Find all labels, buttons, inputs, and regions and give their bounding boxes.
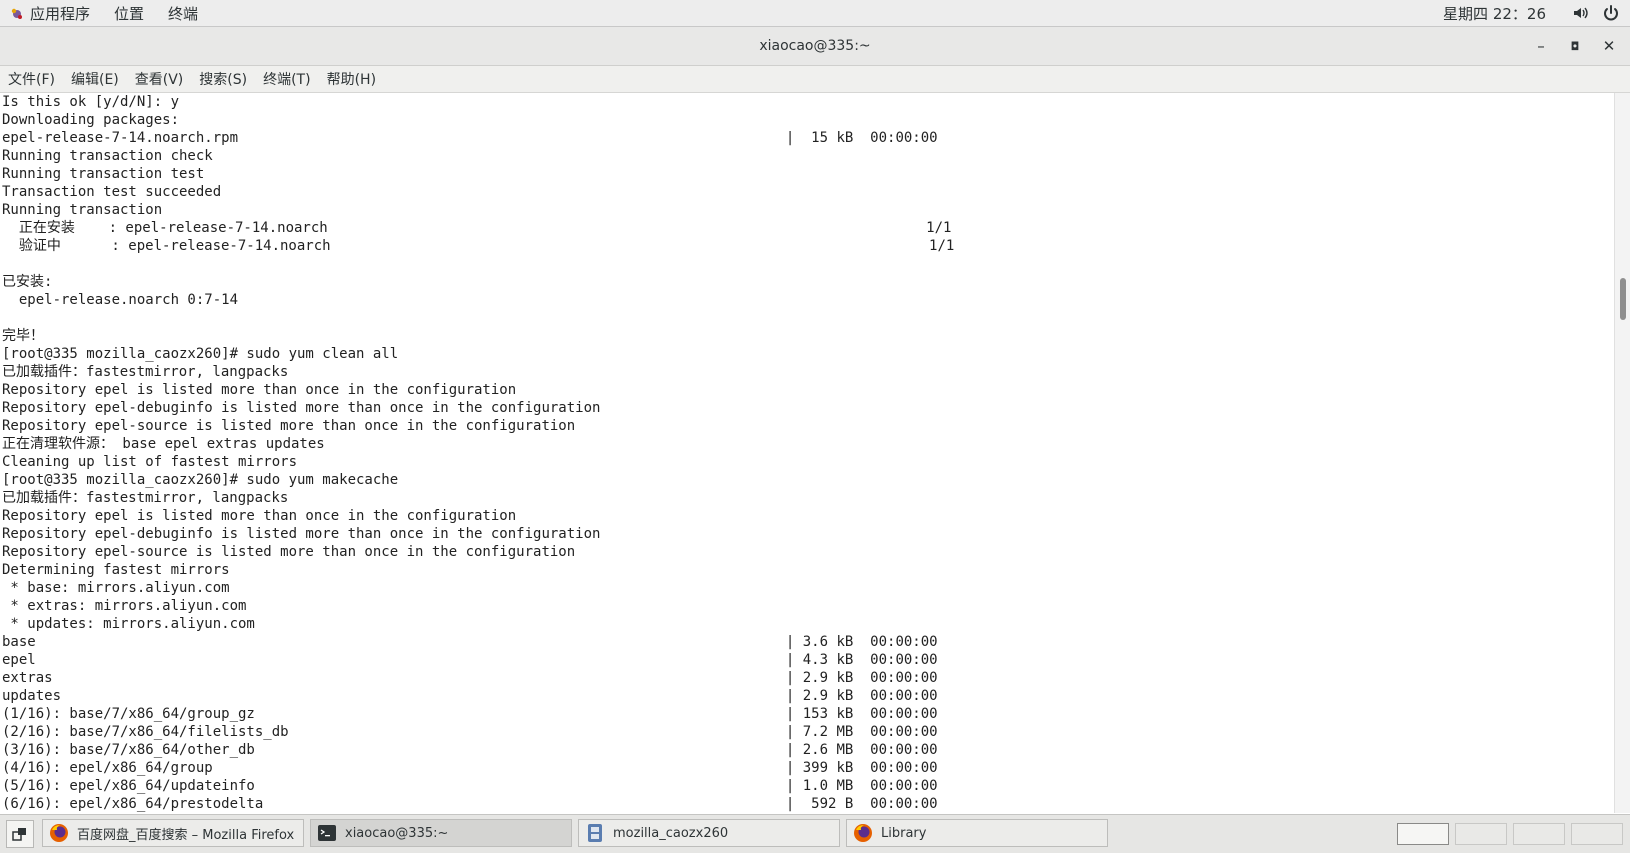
minimize-icon: – [1537, 37, 1545, 55]
applications-menu[interactable]: 应用程序 [10, 3, 90, 24]
show-desktop-button[interactable] [6, 820, 34, 848]
terminal-line: epel | 4.3 kB 00:00:00 [2, 652, 938, 668]
firefox-icon [50, 824, 68, 842]
terminal-line: epel-release-7-14.noarch.rpm | 15 kB 00:… [2, 130, 938, 146]
show-desktop-icon [12, 828, 26, 841]
terminal-line: Running transaction check [2, 148, 213, 164]
terminal-line: [root@335 mozilla_caozx260]# sudo yum ma… [2, 472, 399, 488]
terminal-scrollbar[interactable] [1614, 93, 1630, 813]
terminal-line: Repository epel-debuginfo is listed more… [2, 400, 601, 416]
menu-terminal[interactable]: 终端(T) [255, 69, 318, 89]
firefox-icon [854, 824, 872, 842]
taskbar-item-label: xiaocao@335:~ [345, 825, 449, 841]
terminal-line: (1/16): base/7/x86_64/group_gz | 153 kB … [2, 706, 938, 722]
taskbar-item-label: 百度网盘_百度搜索 – Mozilla Firefox [77, 827, 295, 843]
apps-icon [11, 8, 22, 19]
terminal-line: extras | 2.9 kB 00:00:00 [2, 670, 938, 686]
menu-file[interactable]: 文件(F) [0, 69, 63, 89]
terminal-line: [root@335 mozilla_caozx260]# sudo yum cl… [2, 346, 399, 362]
workspace-4[interactable] [1571, 823, 1623, 845]
taskbar-item-terminal[interactable]: xiaocao@335:~ [310, 819, 572, 847]
menu-view[interactable]: 查看(V) [127, 69, 192, 89]
clock[interactable]: 星期四 22：26 [1443, 3, 1546, 24]
terminal-line: Running transaction test [2, 166, 205, 182]
terminal-line: Downloading packages: [2, 112, 180, 128]
taskbar-item-label: Library [881, 825, 927, 841]
terminal-line: (3/16): base/7/x86_64/other_db | 2.6 MB … [2, 742, 938, 758]
terminal-line: 正在清理软件源： base epel extras updates [2, 436, 325, 452]
terminal-line: (2/16): base/7/x86_64/filelists_db | 7.2… [2, 724, 938, 740]
terminal-line: Determining fastest mirrors [2, 562, 230, 578]
taskbar-item-label: mozilla_caozx260 [613, 825, 729, 841]
terminal-line: base | 3.6 kB 00:00:00 [2, 634, 938, 650]
terminal-line: (6/16): epel/x86_64/prestodelta | 592 B … [2, 796, 938, 812]
maximize-icon: ◘ [1570, 39, 1580, 53]
menu-help[interactable]: 帮助(H) [319, 69, 384, 89]
terminal-line: Cleaning up list of fastest mirrors [2, 454, 298, 470]
workspace-3[interactable] [1513, 823, 1565, 845]
window-title: xiaocao@335:~ [759, 38, 871, 54]
terminal-line: 正在安装 : epel-release-7-14.noarch 1/1 [2, 220, 952, 236]
terminal-line: Repository epel-debuginfo is listed more… [2, 526, 601, 542]
power-icon[interactable] [1602, 4, 1620, 22]
window-titlebar[interactable]: xiaocao@335:~ – ◘ ✕ [0, 27, 1630, 66]
terminal-line: Transaction test succeeded [2, 184, 222, 200]
terminal-line: * extras: mirrors.aliyun.com [2, 598, 247, 614]
terminal-line: Is this ok [y/d/N]: y [2, 94, 180, 110]
close-button[interactable]: ✕ [1596, 33, 1622, 59]
places-menu[interactable]: 位置 [114, 3, 144, 24]
taskbar-item-files[interactable]: mozilla_caozx260 [578, 819, 840, 847]
terminal-line: Repository epel-source is listed more th… [2, 544, 576, 560]
terminal-line: Repository epel-source is listed more th… [2, 418, 576, 434]
workspace-1[interactable] [1397, 823, 1449, 845]
scrollbar-thumb[interactable] [1620, 278, 1626, 320]
terminal-app-menu[interactable]: 终端 [168, 3, 198, 24]
terminal-line: Running transaction [2, 202, 163, 218]
taskbar-item-firefox[interactable]: 百度网盘_百度搜索 – Mozilla Firefox [42, 819, 304, 847]
terminal-line: (4/16): epel/x86_64/group | 399 kB 00:00… [2, 760, 938, 776]
menu-edit[interactable]: 编辑(E) [63, 69, 127, 89]
menu-search[interactable]: 搜索(S) [191, 69, 255, 89]
terminal-line: 已加载插件：fastestmirror, langpacks [2, 490, 289, 506]
minimize-button[interactable]: – [1528, 33, 1554, 59]
terminal-line: Repository epel is listed more than once… [2, 382, 517, 398]
terminal-line: Repository epel is listed more than once… [2, 508, 517, 524]
terminal-line: 完毕！ [2, 328, 44, 344]
terminal-output[interactable]: Is this ok [y/d/N]: y Downloading package… [0, 93, 1614, 813]
file-manager-icon [588, 824, 602, 842]
terminal-line: * base: mirrors.aliyun.com [2, 580, 230, 596]
terminal-line: updates | 2.9 kB 00:00:00 [2, 688, 938, 704]
close-icon: ✕ [1602, 37, 1616, 55]
terminal-menubar: 文件(F) 编辑(E) 查看(V) 搜索(S) 终端(T) 帮助(H) [0, 66, 1630, 93]
terminal-line: 验证中 : epel-release-7-14.noarch 1/1 [2, 238, 955, 254]
terminal-line: epel-release.noarch 0:7-14 [2, 292, 239, 308]
terminal-line: * updates: mirrors.aliyun.com [2, 616, 255, 632]
terminal-icon [318, 825, 336, 841]
terminal-line: (5/16): epel/x86_64/updateinfo | 1.0 MB … [2, 778, 938, 794]
taskbar-item-library[interactable]: Library [846, 819, 1108, 847]
workspace-2[interactable] [1455, 823, 1507, 845]
top-panel: 应用程序 位置 终端 星期四 22：26 [0, 0, 1630, 27]
terminal-line: 已加载插件：fastestmirror, langpacks [2, 364, 289, 380]
volume-icon[interactable] [1572, 4, 1590, 22]
terminal-line: 已安装: [2, 274, 53, 290]
maximize-button[interactable]: ◘ [1562, 33, 1588, 59]
applications-menu-label: 应用程序 [30, 4, 91, 23]
taskbar: 百度网盘_百度搜索 – Mozilla Firefox xiaocao@335:… [0, 814, 1630, 853]
